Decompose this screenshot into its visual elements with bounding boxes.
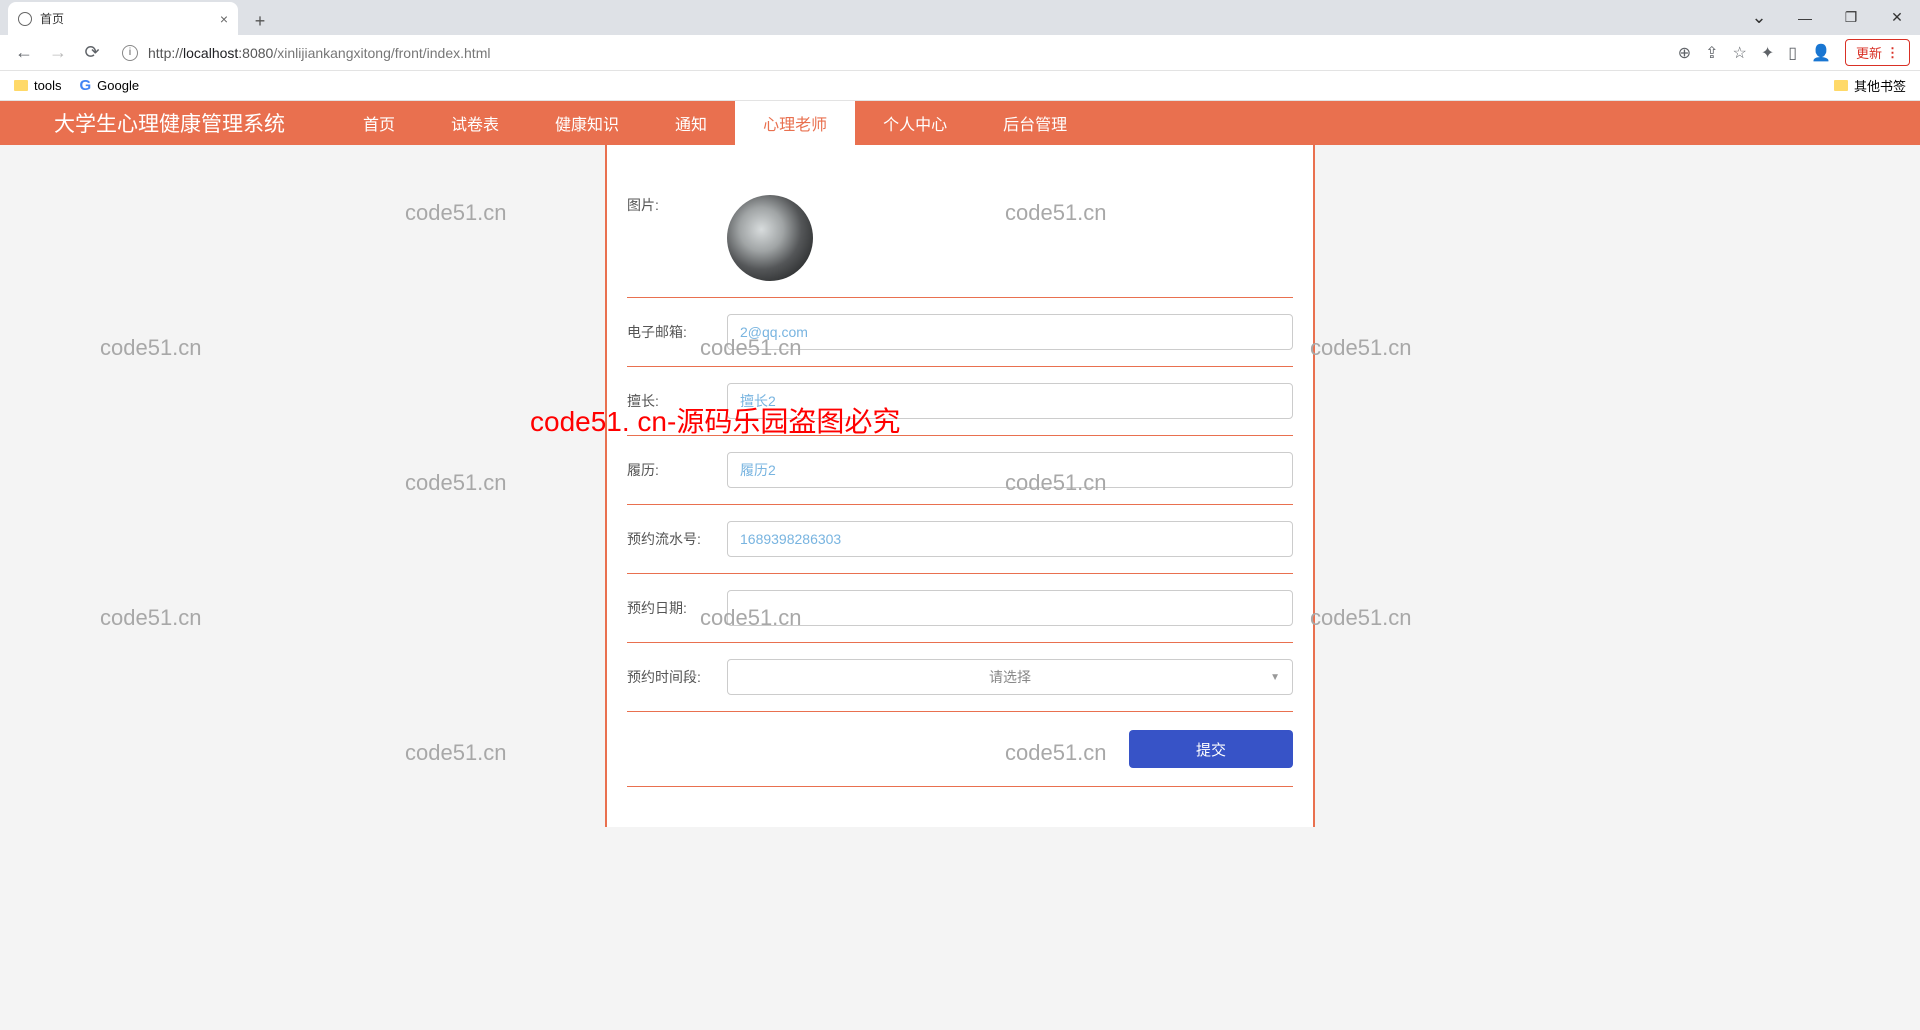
specialty-label: 擅长:	[627, 391, 727, 411]
page-body: 图片: 电子邮箱: 擅长: 履历: 预约流水号:	[0, 145, 1920, 1030]
panel-icon[interactable]: ▯	[1788, 43, 1797, 63]
specialty-input[interactable]	[727, 383, 1293, 419]
nav-item-5[interactable]: 个人中心	[855, 101, 975, 145]
zoom-icon[interactable]: ⊕	[1678, 43, 1691, 63]
forward-button[interactable]: →	[44, 39, 72, 67]
profile-icon[interactable]: 👤	[1811, 43, 1831, 63]
watermark: code51.cn	[1310, 335, 1412, 361]
info-icon[interactable]: i	[122, 45, 138, 61]
browser-tab-strip: 首页 × + ⌄ — ❐ ✕	[0, 0, 1920, 35]
resume-input[interactable]	[727, 452, 1293, 488]
watermark: code51.cn	[100, 605, 202, 631]
row-timeslot: 预约时间段: 请选择 ▼	[627, 643, 1293, 712]
url-path: /xinlijiankangxitong/front/index.html	[273, 45, 490, 61]
image-label: 图片:	[627, 195, 727, 215]
reload-button[interactable]: ⟳	[78, 39, 106, 67]
update-button[interactable]: 更新	[1845, 39, 1910, 66]
url-host: localhost	[183, 45, 238, 61]
row-serial: 预约流水号:	[627, 505, 1293, 574]
row-specialty: 擅长:	[627, 367, 1293, 436]
bookmark-tools[interactable]: tools	[14, 78, 61, 93]
close-window-button[interactable]: ✕	[1874, 0, 1920, 35]
nav-item-0[interactable]: 首页	[335, 101, 423, 145]
watermark: code51.cn	[1310, 605, 1412, 631]
maximize-button[interactable]: ❐	[1828, 0, 1874, 35]
watermark: code51.cn	[405, 470, 507, 496]
date-label: 预约日期:	[627, 598, 727, 618]
row-date: 预约日期:	[627, 574, 1293, 643]
date-input[interactable]	[727, 590, 1293, 626]
star-icon[interactable]: ☆	[1733, 43, 1747, 63]
avatar[interactable]	[727, 195, 813, 281]
nav-item-3[interactable]: 通知	[647, 101, 735, 145]
bookmarks-bar: tools G Google 其他书签	[0, 71, 1920, 101]
chevron-down-icon: ▼	[1270, 672, 1280, 683]
nav-item-1[interactable]: 试卷表	[423, 101, 527, 145]
nav-item-4[interactable]: 心理老师	[735, 101, 855, 145]
site-header: 大学生心理健康管理系统 首页试卷表健康知识通知心理老师个人中心后台管理	[0, 101, 1920, 145]
row-submit: 提交	[627, 712, 1293, 787]
address-bar[interactable]: i http://localhost:8080/xinlijiankangxit…	[112, 39, 1672, 67]
serial-input[interactable]	[727, 521, 1293, 557]
share-icon[interactable]: ⇪	[1705, 43, 1718, 63]
window-controls: ⌄ — ❐ ✕	[1736, 0, 1920, 35]
tab-title: 首页	[40, 10, 64, 27]
watermark: code51.cn	[405, 740, 507, 766]
browser-toolbar: ← → ⟳ i http://localhost:8080/xinlijiank…	[0, 35, 1920, 71]
back-button[interactable]: ←	[10, 39, 38, 67]
submit-button[interactable]: 提交	[1129, 730, 1293, 768]
globe-icon	[18, 12, 32, 26]
browser-tab[interactable]: 首页 ×	[8, 2, 238, 35]
watermark: code51.cn	[100, 335, 202, 361]
row-image: 图片:	[627, 165, 1293, 298]
email-label: 电子邮箱:	[627, 322, 727, 342]
site-title: 大学生心理健康管理系统	[54, 108, 285, 138]
timeslot-select[interactable]: 请选择 ▼	[727, 659, 1293, 695]
bookmark-google[interactable]: G Google	[79, 77, 139, 94]
row-resume: 履历:	[627, 436, 1293, 505]
nav-menu: 首页试卷表健康知识通知心理老师个人中心后台管理	[335, 101, 1095, 145]
google-icon: G	[79, 77, 91, 94]
watermark: code51.cn	[405, 200, 507, 226]
resume-label: 履历:	[627, 460, 727, 480]
extensions-icon[interactable]: ✦	[1761, 43, 1774, 63]
minimize-button[interactable]: —	[1782, 0, 1828, 35]
nav-item-6[interactable]: 后台管理	[975, 101, 1095, 145]
folder-icon	[1834, 80, 1848, 91]
row-email: 电子邮箱:	[627, 298, 1293, 367]
email-input[interactable]	[727, 314, 1293, 350]
tab-dropdown-icon[interactable]: ⌄	[1736, 0, 1782, 35]
form-panel: 图片: 电子邮箱: 擅长: 履历: 预约流水号:	[605, 145, 1315, 827]
new-tab-button[interactable]: +	[246, 7, 274, 35]
nav-item-2[interactable]: 健康知识	[527, 101, 647, 145]
folder-icon	[14, 80, 28, 91]
other-bookmarks[interactable]: 其他书签	[1834, 76, 1906, 95]
close-icon[interactable]: ×	[220, 11, 228, 27]
serial-label: 预约流水号:	[627, 529, 727, 549]
timeslot-label: 预约时间段:	[627, 667, 727, 687]
